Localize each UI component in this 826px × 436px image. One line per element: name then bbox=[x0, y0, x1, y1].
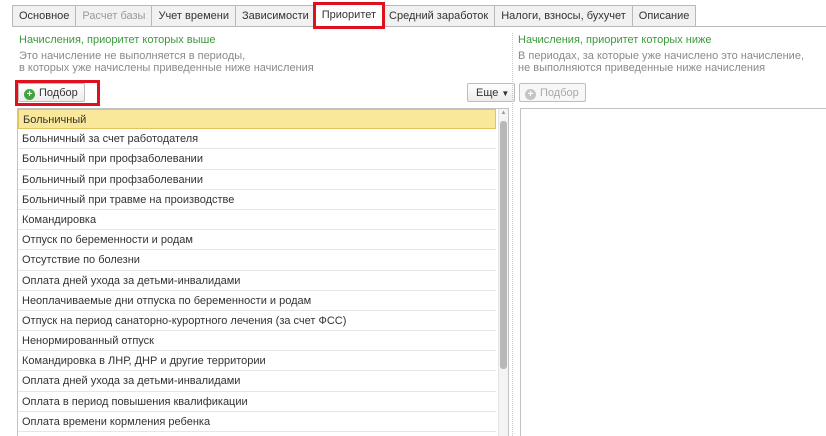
higher-priority-panel: Начисления, приоритет которых выше Это н… bbox=[12, 28, 516, 436]
plus-icon: + bbox=[24, 89, 35, 100]
tab-description[interactable]: Описание bbox=[631, 5, 697, 26]
list-item[interactable]: Командировка bbox=[18, 210, 496, 231]
list-item[interactable]: Больничный за счет работодателя bbox=[18, 129, 496, 150]
plus-icon: + bbox=[525, 89, 536, 100]
higher-priority-title: Начисления, приоритет которых выше bbox=[19, 34, 216, 46]
tab-divider bbox=[12, 26, 826, 27]
higher-priority-description: Это начисление не выполняется в периоды,… bbox=[19, 50, 314, 74]
scroll-up-icon[interactable]: ▲ bbox=[499, 110, 508, 116]
lower-priority-list[interactable] bbox=[520, 108, 826, 436]
tab-bar: Основное Расчет базы Учет времени Зависи… bbox=[12, 2, 697, 29]
list-item[interactable]: Командировка в ЛНР, ДНР и другие террито… bbox=[18, 351, 496, 372]
list-item[interactable]: Оплата дней ухода за детьми-инвалидами bbox=[18, 271, 496, 291]
select-button-label: Подбор bbox=[39, 87, 78, 99]
lower-priority-panel: Начисления, приоритет которых ниже В пер… bbox=[516, 28, 826, 436]
lower-priority-desc-line1: В периодах, за которые уже начислено это… bbox=[518, 50, 804, 62]
list-item[interactable]: Отпуск на период санаторно-курортного ле… bbox=[18, 311, 496, 332]
list-item[interactable]: Оплата времени кормления ребенка bbox=[18, 412, 496, 432]
list-item[interactable]: Ненормированный отпуск bbox=[18, 331, 496, 352]
list-item[interactable]: Больничный при профзаболевании bbox=[18, 170, 496, 190]
list-item[interactable]: Больничный при профзаболевании bbox=[18, 149, 496, 170]
more-button[interactable]: Еще ▼ bbox=[467, 83, 516, 102]
tab-taxes-contributions[interactable]: Налоги, взносы, бухучет bbox=[494, 5, 633, 26]
more-button-label: Еще bbox=[476, 87, 499, 99]
select-button-lower[interactable]: + Подбор bbox=[519, 83, 586, 102]
lower-priority-desc-line2: не выполняются приведенные ниже начислен… bbox=[518, 62, 766, 74]
select-button-lower-label: Подбор bbox=[540, 87, 579, 99]
list-item[interactable]: Оплата в период повышения квалификации bbox=[18, 392, 496, 412]
select-button[interactable]: + Подбор bbox=[18, 83, 85, 102]
tab-dependencies[interactable]: Зависимости bbox=[235, 5, 316, 26]
lower-priority-title: Начисления, приоритет которых ниже bbox=[518, 34, 712, 46]
list-scrollbar[interactable]: ▲ bbox=[498, 109, 508, 436]
higher-priority-desc-line2: в которых уже начислены приведенные ниже… bbox=[19, 62, 314, 74]
list-item[interactable]: Отпуск по беременности и родам bbox=[18, 230, 496, 251]
chevron-down-icon: ▼ bbox=[501, 89, 510, 98]
list-item[interactable]: Неоплачиваемые дни отпуска по беременнос… bbox=[18, 291, 496, 311]
higher-priority-list[interactable]: Больничный Больничный за счет работодател… bbox=[17, 108, 509, 436]
higher-priority-desc-line1: Это начисление не выполняется в периоды, bbox=[19, 50, 246, 62]
tab-average-earnings[interactable]: Средний заработок bbox=[382, 5, 496, 26]
tab-priority[interactable]: Приоритет bbox=[312, 2, 386, 29]
tab-time-accounting[interactable]: Учет времени bbox=[151, 5, 236, 26]
list-item[interactable]: Отсутствие по болезни bbox=[18, 250, 496, 271]
list-item[interactable]: Оплата дней ухода за детьми-инвалидами bbox=[18, 371, 496, 392]
tab-main[interactable]: Основное bbox=[12, 5, 77, 26]
list-item[interactable]: Больничный при травме на производстве bbox=[18, 190, 496, 210]
list-item[interactable]: Больничный bbox=[18, 109, 496, 130]
tab-base-calculation[interactable]: Расчет базы bbox=[75, 5, 153, 26]
scrollbar-thumb[interactable] bbox=[500, 121, 507, 369]
panel-separator bbox=[512, 33, 513, 436]
lower-priority-description: В периодах, за которые уже начислено это… bbox=[518, 50, 804, 74]
